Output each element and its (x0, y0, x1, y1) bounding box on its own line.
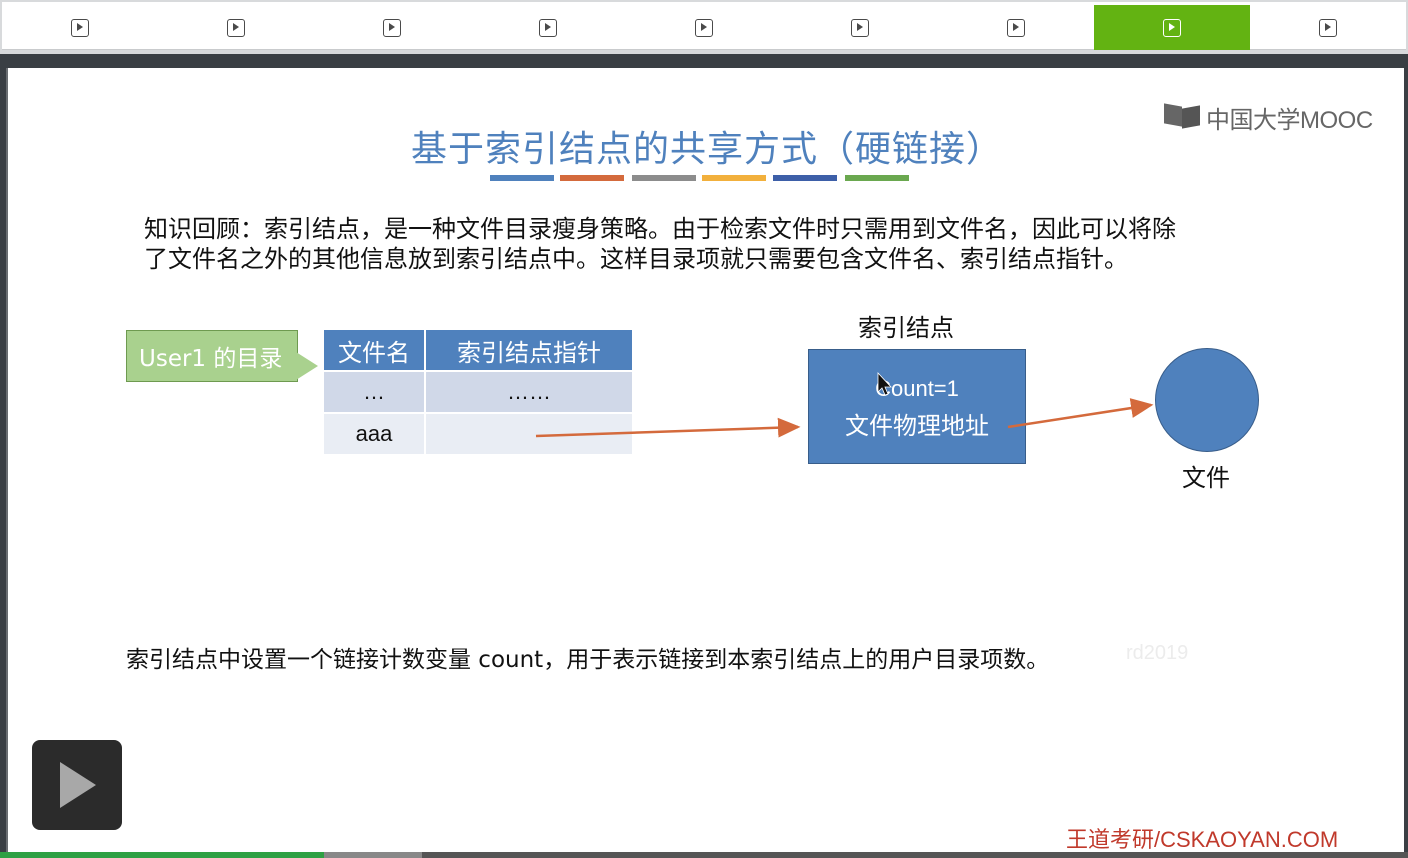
play-icon (60, 762, 96, 808)
nav-chapter-9[interactable] (1250, 5, 1406, 50)
chapter-nav-bar (0, 0, 1408, 54)
nav-chapter-4[interactable] (470, 5, 626, 50)
video-progress-bar[interactable] (0, 852, 1408, 858)
play-square-icon (539, 18, 557, 37)
progress-fill (0, 852, 324, 858)
pointer-arrows (535, 371, 1154, 438)
watermark: rd2019 (1126, 642, 1189, 664)
nav-chapter-7[interactable] (938, 5, 1094, 50)
play-square-icon (1319, 18, 1337, 37)
nav-chapter-5[interactable] (626, 5, 782, 50)
nav-chapter-2[interactable] (158, 5, 314, 50)
count-note: 索引结点中设置一个链接计数变量 count，用于表示链接到本索引结点上的用户目录… (126, 647, 1050, 673)
arrow-to-inode (535, 417, 801, 438)
progress-buffer (323, 852, 423, 858)
play-square-icon (227, 18, 245, 37)
play-button[interactable] (32, 740, 122, 830)
nav-chapter-6[interactable] (782, 5, 938, 50)
play-square-icon (383, 18, 401, 37)
slide: 中国大学MOOC 基于索引结点的共享方式（硬链接） 知识回顾：索引结点，是一种文… (6, 68, 1404, 858)
play-square-icon (1007, 18, 1025, 37)
arrow-to-file (1007, 398, 1154, 429)
play-square-icon (851, 18, 869, 37)
nav-chapter-3[interactable] (314, 5, 470, 50)
mouse-cursor-icon (877, 371, 892, 396)
nav-chapter-1[interactable] (2, 5, 158, 50)
play-square-icon (695, 18, 713, 37)
chapter-nav-strip (2, 2, 1406, 50)
play-square-icon (71, 18, 89, 37)
nav-chapter-8[interactable] (1094, 5, 1250, 50)
play-square-icon (1163, 18, 1181, 37)
footer-brand: 王道考研/CSKAOYAN.COM (1066, 827, 1339, 852)
